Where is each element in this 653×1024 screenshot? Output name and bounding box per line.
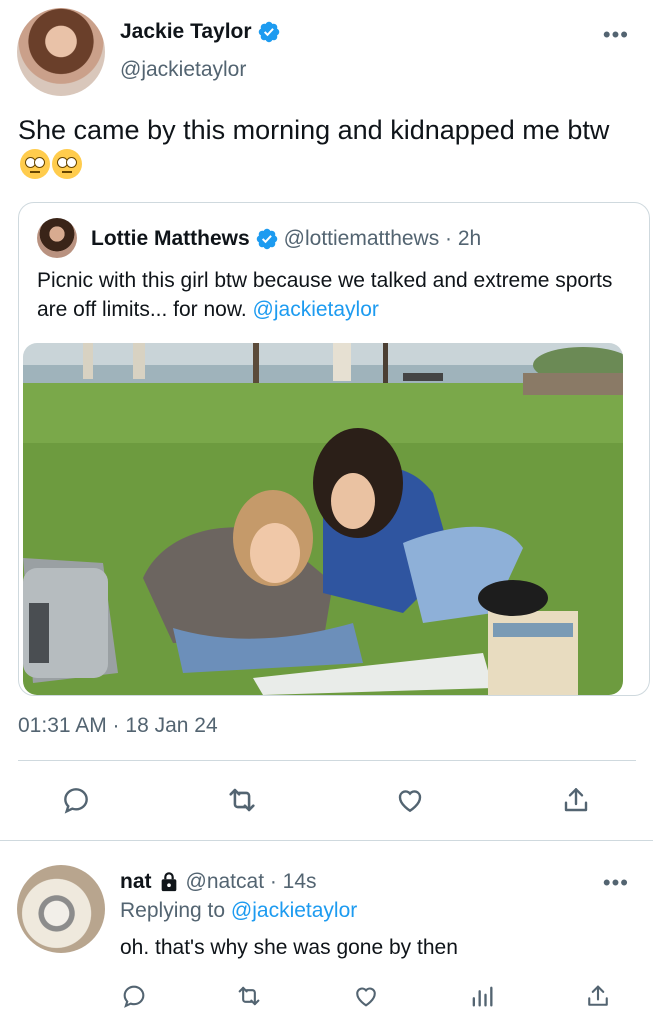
reply-author-handle[interactable]: @natcat · 14s bbox=[186, 870, 317, 894]
author-handle[interactable]: @jackietaylor bbox=[120, 58, 246, 82]
share-icon[interactable] bbox=[556, 780, 596, 820]
reply-author-row[interactable]: nat @natcat · 14s bbox=[120, 870, 317, 894]
tweet-text-content: She came by this morning and kidnapped m… bbox=[18, 115, 610, 145]
picnic-photo-illustration bbox=[23, 343, 623, 695]
replying-to-label: Replying to bbox=[120, 899, 231, 922]
like-icon[interactable] bbox=[346, 976, 386, 1016]
reply-tweet[interactable]: nat @natcat · 14s ••• Replying to @jacki… bbox=[0, 842, 653, 1024]
quoted-author-avatar[interactable] bbox=[37, 218, 77, 258]
author-name-row[interactable]: Jackie Taylor bbox=[120, 20, 281, 44]
divider bbox=[18, 760, 636, 761]
verified-badge-icon bbox=[258, 21, 279, 43]
verified-badge-icon bbox=[256, 228, 277, 250]
reply-text: oh. that's why she was gone by then bbox=[120, 936, 458, 959]
quoted-tweet-text: Picnic with this girl btw because we tal… bbox=[37, 266, 637, 324]
analytics-icon[interactable] bbox=[462, 976, 502, 1016]
tweet-text: She came by this morning and kidnapped m… bbox=[18, 112, 638, 184]
more-options-icon[interactable]: ••• bbox=[603, 870, 629, 896]
rolling-eyes-emoji-icon bbox=[52, 149, 82, 179]
protected-lock-icon bbox=[161, 872, 176, 892]
retweet-icon[interactable] bbox=[222, 780, 262, 820]
quoted-author-row[interactable]: Lottie Matthews @lottiematthews · 2h bbox=[91, 227, 481, 251]
reply-author-name[interactable]: nat bbox=[120, 870, 152, 894]
reply-icon[interactable] bbox=[56, 780, 96, 820]
tweet-timestamp[interactable]: 01:31 AM · 18 Jan 24 bbox=[18, 714, 218, 738]
author-avatar[interactable] bbox=[17, 8, 105, 96]
replying-to-mention[interactable]: @jackietaylor bbox=[231, 899, 357, 922]
more-options-icon[interactable]: ••• bbox=[603, 22, 629, 48]
quoted-tweet-photo[interactable] bbox=[23, 343, 623, 695]
divider bbox=[0, 840, 653, 841]
reply-actions bbox=[0, 976, 653, 1016]
tweet-header: Jackie Taylor @jackietaylor ••• bbox=[0, 0, 653, 100]
author-display-name[interactable]: Jackie Taylor bbox=[120, 20, 252, 44]
retweet-icon[interactable] bbox=[229, 976, 269, 1016]
quoted-author-handle[interactable]: @lottiematthews · 2h bbox=[284, 227, 482, 251]
like-icon[interactable] bbox=[390, 780, 430, 820]
replying-to-line: Replying to @jackietaylor bbox=[120, 899, 357, 923]
tweet-actions bbox=[0, 780, 653, 822]
reply-icon[interactable] bbox=[114, 976, 154, 1016]
rolling-eyes-emoji-icon bbox=[20, 149, 50, 179]
reply-author-avatar[interactable] bbox=[17, 865, 105, 953]
quoted-author-name[interactable]: Lottie Matthews bbox=[91, 227, 250, 251]
quoted-tweet-card[interactable]: Lottie Matthews @lottiematthews · 2h Pic… bbox=[18, 202, 650, 696]
share-icon[interactable] bbox=[578, 976, 618, 1016]
mention-link[interactable]: @jackietaylor bbox=[253, 298, 379, 321]
